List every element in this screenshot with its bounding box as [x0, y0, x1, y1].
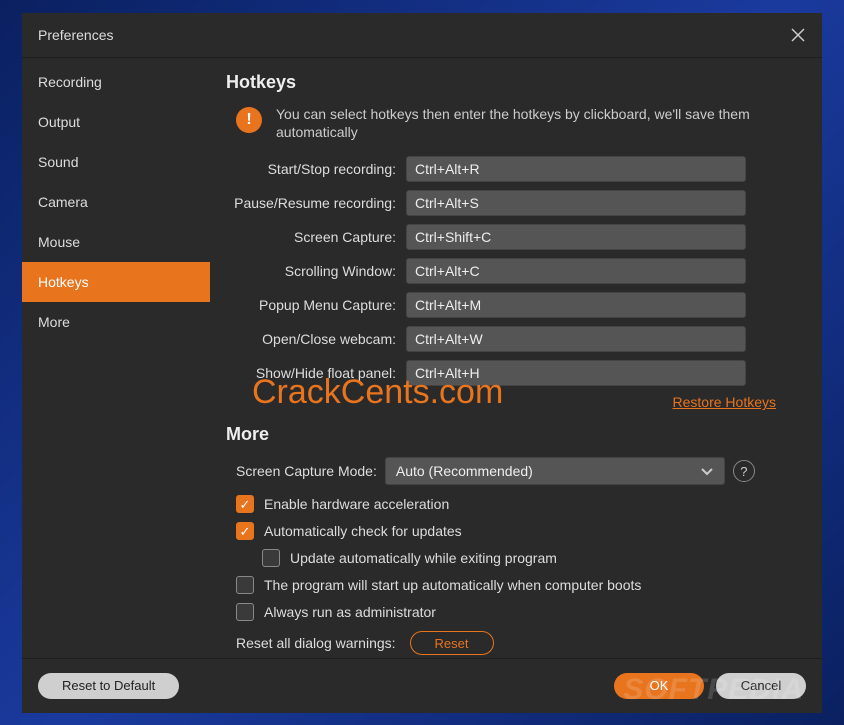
titlebar: Preferences: [22, 13, 822, 57]
sidebar: Recording Output Sound Camera Mouse Hotk…: [22, 58, 210, 658]
update-on-exit-label: Update automatically while exiting progr…: [290, 550, 557, 566]
sidebar-item-label: Recording: [38, 74, 102, 90]
content-area[interactable]: Hotkeys ! You can select hotkeys then en…: [210, 58, 822, 658]
pause-resume-recording-input[interactable]: [406, 190, 746, 216]
window-title: Preferences: [38, 27, 113, 43]
chevron-down-icon: [700, 464, 714, 478]
sidebar-item-mouse[interactable]: Mouse: [22, 222, 210, 262]
hotkeys-info-text: You can select hotkeys then enter the ho…: [276, 105, 802, 143]
footer-right-buttons: OK Cancel: [614, 673, 806, 699]
scrolling-window-input[interactable]: [406, 258, 746, 284]
check-updates-row[interactable]: Automatically check for updates: [236, 522, 802, 540]
footer: Reset to Default OK Cancel: [22, 658, 822, 713]
run-as-admin-row[interactable]: Always run as administrator: [236, 603, 802, 621]
show-hide-float-panel-input[interactable]: [406, 360, 746, 386]
hardware-accel-row[interactable]: Enable hardware acceleration: [236, 495, 802, 513]
more-heading: More: [226, 424, 802, 445]
sidebar-item-label: Mouse: [38, 234, 80, 250]
restore-hotkeys-row: Restore Hotkeys: [226, 394, 776, 410]
hotkeys-form: Start/Stop recording: Pause/Resume recor…: [226, 156, 802, 386]
start-on-boot-checkbox[interactable]: [236, 576, 254, 594]
body-layout: Recording Output Sound Camera Mouse Hotk…: [22, 57, 822, 658]
screen-capture-label: Screen Capture:: [226, 229, 406, 245]
start-stop-recording-label: Start/Stop recording:: [226, 161, 406, 177]
help-icon: ?: [740, 464, 747, 479]
hardware-accel-checkbox[interactable]: [236, 495, 254, 513]
reset-warnings-row: Reset all dialog warnings: Reset: [226, 631, 802, 655]
popup-menu-capture-label: Popup Menu Capture:: [226, 297, 406, 313]
close-button[interactable]: [788, 25, 808, 45]
sidebar-item-camera[interactable]: Camera: [22, 182, 210, 222]
cancel-button[interactable]: Cancel: [716, 673, 806, 699]
hardware-accel-label: Enable hardware acceleration: [264, 496, 449, 512]
popup-menu-capture-input[interactable]: [406, 292, 746, 318]
sidebar-item-label: Hotkeys: [38, 274, 89, 290]
update-on-exit-row[interactable]: Update automatically while exiting progr…: [236, 549, 802, 567]
sidebar-item-label: Sound: [38, 154, 78, 170]
close-icon: [791, 28, 805, 42]
sidebar-item-sound[interactable]: Sound: [22, 142, 210, 182]
restore-hotkeys-link[interactable]: Restore Hotkeys: [673, 394, 776, 410]
hotkeys-heading: Hotkeys: [226, 72, 802, 93]
hotkeys-info-row: ! You can select hotkeys then enter the …: [226, 105, 802, 143]
run-as-admin-label: Always run as administrator: [264, 604, 436, 620]
start-stop-recording-input[interactable]: [406, 156, 746, 182]
scrolling-window-label: Scrolling Window:: [226, 263, 406, 279]
check-updates-label: Automatically check for updates: [264, 523, 462, 539]
info-icon: !: [236, 107, 262, 133]
open-close-webcam-input[interactable]: [406, 326, 746, 352]
sidebar-item-label: Output: [38, 114, 80, 130]
reset-warnings-label: Reset all dialog warnings:: [236, 635, 396, 651]
reset-warnings-button[interactable]: Reset: [410, 631, 494, 655]
check-updates-checkbox[interactable]: [236, 522, 254, 540]
more-checkboxes: Enable hardware acceleration Automatical…: [226, 495, 802, 621]
capture-mode-value: Auto (Recommended): [396, 463, 533, 479]
show-hide-float-panel-label: Show/Hide float panel:: [226, 365, 406, 381]
capture-mode-label: Screen Capture Mode:: [236, 463, 377, 479]
sidebar-item-label: Camera: [38, 194, 88, 210]
capture-mode-row: Screen Capture Mode: Auto (Recommended) …: [226, 457, 802, 485]
capture-mode-help-button[interactable]: ?: [733, 460, 755, 482]
sidebar-item-more[interactable]: More: [22, 302, 210, 342]
start-on-boot-row[interactable]: The program will start up automatically …: [236, 576, 802, 594]
screen-capture-input[interactable]: [406, 224, 746, 250]
sidebar-item-label: More: [38, 314, 70, 330]
sidebar-item-hotkeys[interactable]: Hotkeys: [22, 262, 210, 302]
capture-mode-select[interactable]: Auto (Recommended): [385, 457, 725, 485]
ok-button[interactable]: OK: [614, 673, 704, 699]
run-as-admin-checkbox[interactable]: [236, 603, 254, 621]
start-on-boot-label: The program will start up automatically …: [264, 577, 641, 593]
open-close-webcam-label: Open/Close webcam:: [226, 331, 406, 347]
pause-resume-recording-label: Pause/Resume recording:: [226, 195, 406, 211]
preferences-window: CrackCents.com SOFTPEDIA Preferences Rec…: [22, 13, 822, 713]
update-on-exit-checkbox[interactable]: [262, 549, 280, 567]
sidebar-item-recording[interactable]: Recording: [22, 62, 210, 102]
sidebar-item-output[interactable]: Output: [22, 102, 210, 142]
reset-to-default-button[interactable]: Reset to Default: [38, 673, 179, 699]
